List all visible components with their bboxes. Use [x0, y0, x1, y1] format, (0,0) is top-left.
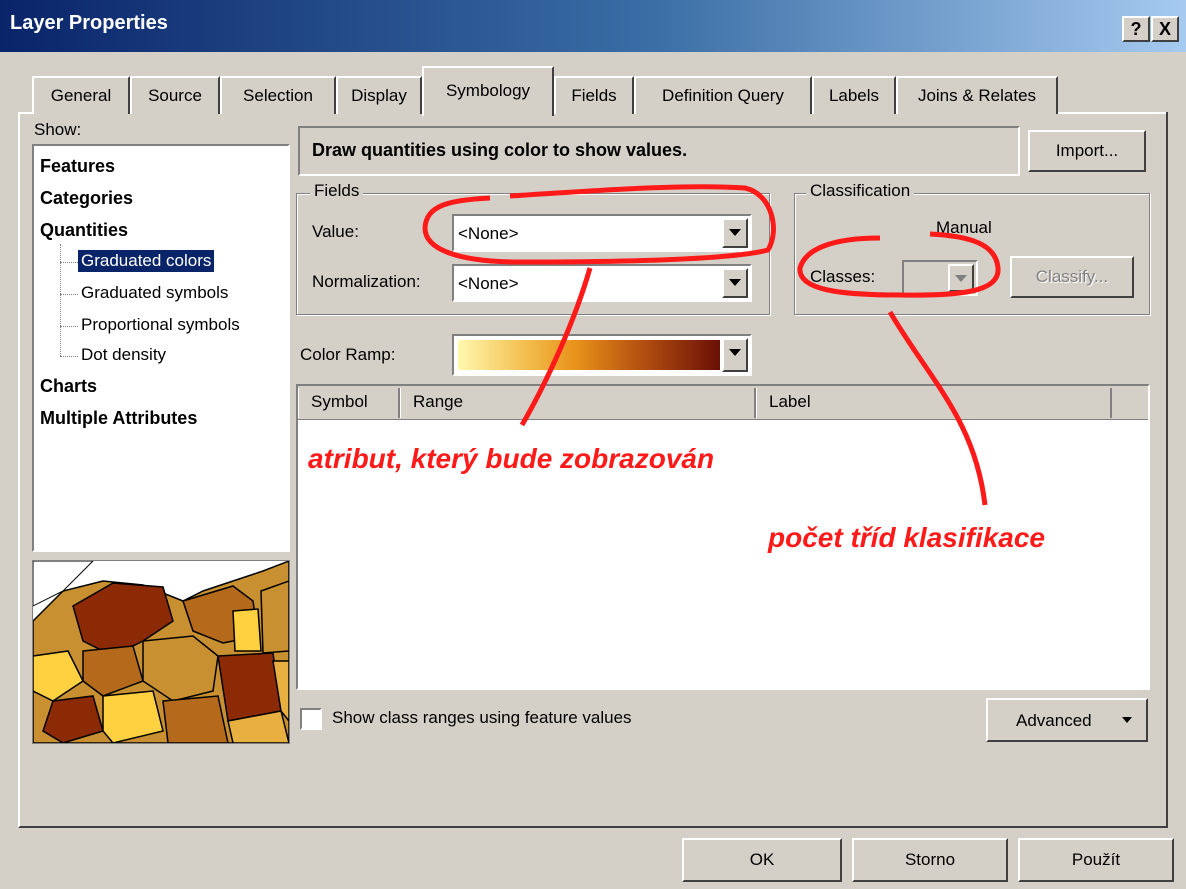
tree-item-categories[interactable]: Categories — [40, 188, 133, 209]
color-ramp-dropdown-arrow-icon[interactable] — [722, 338, 748, 372]
tab-fields[interactable]: Fields — [554, 76, 634, 114]
classification-legend: Classification — [806, 181, 915, 201]
tree-item-graduated-colors[interactable]: Graduated colors — [78, 250, 215, 272]
value-combo-text: <None> — [458, 224, 519, 243]
color-ramp-combo[interactable] — [452, 334, 752, 376]
annotation-classes-text: počet tříd klasifikace — [768, 522, 1046, 553]
tree-connector — [60, 326, 78, 327]
tab-symbology[interactable]: Symbology — [422, 66, 554, 116]
table-header-symbol[interactable]: Symbol — [298, 388, 400, 418]
ok-button[interactable]: OK — [682, 838, 842, 882]
description-text: Draw quantities using color to show valu… — [312, 140, 688, 160]
fields-legend: Fields — [310, 181, 364, 201]
value-dropdown-arrow-icon[interactable] — [722, 218, 748, 248]
show-label: Show: — [34, 120, 82, 139]
tab-labels[interactable]: Labels — [812, 76, 896, 114]
annotation-attribute-text: atribut, který bude zobrazován — [308, 443, 715, 474]
advanced-dropdown-icon — [1122, 717, 1132, 723]
tree-item-features[interactable]: Features — [40, 156, 115, 177]
window-title: Layer Properties — [10, 12, 168, 34]
close-button[interactable]: X — [1151, 16, 1179, 42]
title-bar — [0, 0, 1186, 52]
table-header-label[interactable]: Label — [756, 388, 1112, 418]
tree-connector — [60, 356, 78, 357]
advanced-button[interactable]: Advanced — [986, 698, 1148, 742]
normalization-combo[interactable]: <None> — [452, 264, 752, 302]
tree-connector — [60, 262, 78, 263]
tree-item-graduated-symbols[interactable]: Graduated symbols — [81, 283, 228, 303]
table-header-range[interactable]: Range — [400, 388, 756, 418]
tab-source[interactable]: Source — [130, 76, 220, 114]
classes-dropdown-arrow-icon[interactable] — [948, 264, 974, 292]
classify-button: Classify... — [1010, 256, 1134, 298]
color-ramp-swatch — [458, 340, 720, 370]
value-combo[interactable]: <None> — [452, 214, 752, 252]
normalization-label: Normalization: — [312, 272, 421, 291]
advanced-label: Advanced — [1016, 711, 1092, 730]
tab-joins-relates[interactable]: Joins & Relates — [896, 76, 1058, 114]
classes-label: Classes: — [810, 267, 876, 286]
tab-selection[interactable]: Selection — [220, 76, 336, 114]
tab-display[interactable]: Display — [336, 76, 422, 114]
classes-combo[interactable] — [902, 260, 978, 296]
cancel-button[interactable]: Storno — [852, 838, 1008, 882]
help-button[interactable]: ? — [1122, 16, 1150, 42]
preview-map-image — [32, 560, 290, 744]
tab-general[interactable]: General — [32, 76, 130, 114]
tree-connector — [60, 244, 61, 356]
color-ramp-label: Color Ramp: — [300, 345, 396, 364]
tree-item-charts[interactable]: Charts — [40, 376, 97, 397]
import-button[interactable]: Import... — [1028, 130, 1146, 172]
show-class-ranges-label: Show class ranges using feature values — [332, 708, 632, 727]
show-class-ranges-checkbox[interactable] — [300, 708, 322, 730]
tree-connector — [60, 294, 78, 295]
show-tree[interactable]: Features Categories Quantities Graduated… — [32, 144, 290, 552]
value-label: Value: — [312, 222, 359, 241]
normalization-combo-text: <None> — [458, 274, 519, 293]
normalization-dropdown-arrow-icon[interactable] — [722, 268, 748, 298]
description-box: Draw quantities using color to show valu… — [298, 126, 1020, 176]
tree-item-proportional-symbols[interactable]: Proportional symbols — [81, 315, 240, 335]
tree-item-multiple-attributes[interactable]: Multiple Attributes — [40, 408, 197, 429]
tab-definition-query[interactable]: Definition Query — [634, 76, 812, 114]
apply-button[interactable]: Použít — [1018, 838, 1174, 882]
tree-item-dot-density[interactable]: Dot density — [81, 345, 166, 365]
tree-item-quantities[interactable]: Quantities — [40, 220, 128, 241]
classification-method: Manual — [936, 218, 992, 237]
